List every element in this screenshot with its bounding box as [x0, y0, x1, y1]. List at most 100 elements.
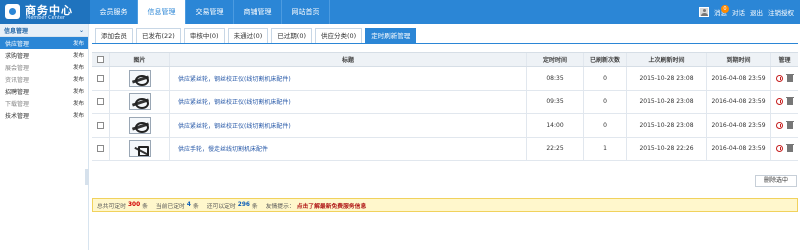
select-all-checkbox[interactable] [97, 56, 104, 63]
sidebar-item-news[interactable]: 资讯管理 发布 [0, 73, 88, 85]
row-title-link[interactable]: 供应手轮，慢走丝线切割机床配件 [170, 137, 527, 160]
expiry-time: 2016-04-08 23:59 [707, 67, 771, 90]
row-checkbox[interactable] [97, 74, 104, 82]
chat-link[interactable]: 对话 [732, 7, 745, 17]
tab-supply-categories[interactable]: 供应分类(0) [315, 28, 363, 43]
current-label: 当前已定时 [155, 203, 185, 210]
tab-rejected[interactable]: 未通过(0) [227, 28, 269, 43]
remaining-label: 还可以定时 [206, 203, 236, 210]
sidebar-item-technology[interactable]: 技术管理 发布 [0, 109, 88, 121]
expiry-time: 2016-04-08 23:59 [707, 137, 771, 160]
scheduled-time: 14:00 [527, 114, 584, 137]
tab-under-review[interactable]: 审核中(0) [183, 28, 225, 43]
nav-website-home[interactable]: 网站首页 [282, 0, 330, 24]
scheduled-time: 08:35 [527, 67, 584, 90]
publish-link[interactable]: 发布 [73, 51, 84, 59]
tab-divider [92, 43, 798, 44]
last-refresh-time: 2015-10-28 22:26 [627, 137, 707, 160]
clock-icon[interactable] [776, 121, 783, 129]
refresh-count: 0 [584, 114, 627, 137]
schedule-summary-bar: 总共可定时 300 条 当前已定时 4 条 还可以定时 296 条 友情提示： … [92, 198, 798, 212]
nav-trade-management[interactable]: 交易管理 [186, 0, 234, 24]
trash-icon[interactable] [786, 144, 794, 153]
row-title-link[interactable]: 供应紧丝轮，钢丝校正仪(线切割机床配件) [170, 90, 527, 113]
refresh-count-column-header: 已刷新次数 [584, 53, 627, 66]
manage-column-header: 管理 [778, 57, 791, 64]
hint-label: 友情提示： [265, 203, 295, 210]
remaining-unit: 条 [251, 203, 258, 210]
publish-link[interactable]: 发布 [73, 39, 84, 47]
nav-store-management[interactable]: 商铺管理 [234, 0, 282, 24]
trash-icon[interactable] [786, 120, 794, 129]
sidebar-item-recruitment[interactable]: 招聘管理 发布 [0, 85, 88, 97]
last-refresh-time: 2015-10-28 23:08 [627, 114, 707, 137]
refresh-count: 1 [584, 137, 627, 160]
pulley-icon[interactable] [128, 116, 151, 134]
publish-link[interactable]: 发布 [73, 111, 84, 119]
current-unit: 条 [192, 203, 199, 210]
clock-icon[interactable] [776, 145, 783, 153]
row-checkbox[interactable] [97, 98, 104, 106]
row-checkbox[interactable] [97, 121, 104, 129]
sidebar-item-exhibition[interactable]: 展会管理 发布 [0, 61, 88, 73]
current-count: 4 [186, 202, 191, 208]
content-tabs: 添加会员 已发布(22) 审核中(0) 未通过(0) 已过期(0) 供应分类(0… [95, 28, 419, 43]
user-avatar[interactable] [699, 7, 709, 17]
tab-expired[interactable]: 已过期(0) [271, 28, 312, 43]
logo-subtitle: Member Center [26, 15, 65, 21]
messages-link[interactable]: 消息 0 [714, 5, 729, 17]
image-column-header: 图片 [110, 53, 170, 66]
publish-link[interactable]: 发布 [73, 63, 84, 71]
pulley-icon[interactable] [128, 93, 151, 111]
expiry-time: 2016-04-08 23:59 [707, 114, 771, 137]
publish-link[interactable]: 发布 [73, 75, 84, 83]
table-row: 供应紧丝轮，钢丝校正仪(线切割机床配件) 09:35 0 2015-10-28 … [92, 90, 798, 114]
row-title-link[interactable]: 供应紧丝轮，钢丝校正仪(线切割机床配件) [170, 114, 527, 137]
row-checkbox[interactable] [97, 145, 104, 153]
clock-icon[interactable] [776, 74, 783, 82]
nav-info-management[interactable]: 信息管理 [138, 0, 186, 24]
table-row: 供应紧丝轮，钢丝校正仪(线切割机床配件) 08:35 0 2015-10-28 … [92, 67, 798, 91]
delete-selected-button[interactable]: 删除选中 [755, 175, 797, 187]
handwheel-icon[interactable] [128, 140, 151, 158]
tab-scheduled-refresh[interactable]: 定时刷新管理 [365, 28, 417, 43]
user-tools: 消息 0 对话 退出 注销授权 [699, 0, 794, 24]
select-all-cell [92, 53, 110, 66]
publish-link[interactable]: 发布 [73, 87, 84, 95]
authorization-link[interactable]: 注销授权 [768, 7, 794, 17]
row-title-link[interactable]: 供应紧丝轮，钢丝校正仪(线切割机床配件) [170, 67, 527, 90]
scheduled-time: 22:25 [527, 137, 584, 160]
tab-add-member[interactable]: 添加会员 [95, 28, 133, 43]
pulley-icon[interactable] [128, 69, 151, 87]
publish-link[interactable]: 发布 [73, 99, 84, 107]
last-refresh-column-header: 上次刷新时间 [627, 53, 707, 66]
expiry-time: 2016-04-08 23:59 [707, 90, 771, 113]
trash-icon[interactable] [786, 97, 794, 106]
clock-icon[interactable] [776, 98, 783, 106]
table-row: 供应手轮，慢走丝线切割机床配件 22:25 1 2015-10-28 22:26… [92, 137, 798, 161]
table-row: 供应紧丝轮，钢丝校正仪(线切割机床配件) 14:00 0 2015-10-28 … [92, 114, 798, 138]
total-unit: 条 [142, 203, 148, 210]
refresh-count: 0 [584, 67, 627, 90]
free-service-link[interactable]: 点击了解最新免费服务信息 [297, 201, 367, 210]
message-count-badge: 0 [721, 5, 729, 13]
logout-link[interactable]: 退出 [750, 7, 763, 17]
chevron-down-icon[interactable]: ⌄ [79, 27, 84, 34]
sidebar: 信息管理 ⌄ 供应管理 发布 求购管理 发布 展会管理 发布 资讯管理 发布 招聘管理发… [0, 24, 89, 250]
tab-published[interactable]: 已发布(22) [136, 28, 181, 43]
main-menu: 会员服务 信息管理 交易管理 商铺管理 网站首页 [90, 0, 330, 24]
expiry-column-header: 到期时间 [707, 53, 771, 66]
last-refresh-time: 2015-10-28 23:08 [627, 90, 707, 113]
scheduled-time: 09:35 [527, 90, 584, 113]
sidebar-item-supply[interactable]: 供应管理 发布 [0, 37, 88, 49]
time-column-header: 定时时间 [527, 53, 584, 66]
total-label: 总共可定时 [97, 203, 126, 210]
refresh-count: 0 [584, 90, 627, 113]
sidebar-collapse-handle[interactable] [85, 169, 89, 185]
sidebar-item-downloads[interactable]: 下载管理 发布 [0, 97, 88, 109]
trash-icon[interactable] [786, 73, 794, 82]
brand-logo[interactable]: 商务中心 Member Center [0, 0, 90, 24]
sidebar-item-purchase[interactable]: 求购管理 发布 [0, 49, 88, 61]
nav-member-services[interactable]: 会员服务 [90, 0, 138, 24]
logo-icon [5, 4, 20, 19]
